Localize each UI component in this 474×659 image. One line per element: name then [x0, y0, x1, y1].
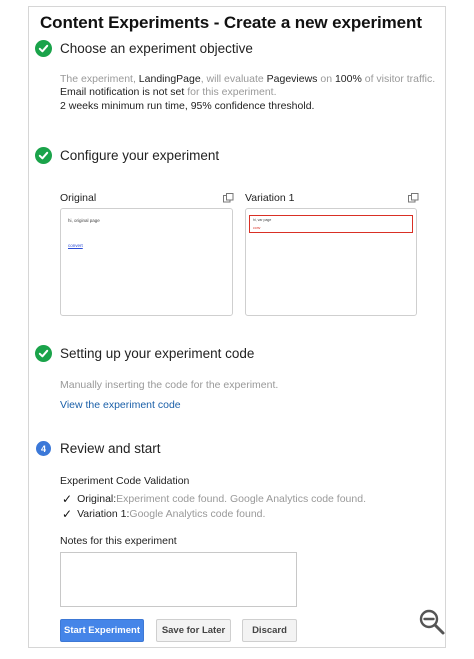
validation-heading: Experiment Code Validation: [60, 475, 190, 487]
original-thumbnail[interactable]: hi, original page convert: [60, 208, 233, 316]
summary-metric: Pageviews: [266, 73, 318, 85]
experiment-summary: The experiment, LandingPage, will evalua…: [60, 73, 435, 113]
validation-status: Experiment code found. Google Analytics …: [116, 493, 366, 505]
step-label: Configure your experiment: [60, 148, 220, 163]
experiment-panel: Content Experiments - Create a new exper…: [28, 6, 446, 648]
step-number-badge: 4: [36, 441, 51, 456]
step-label: Setting up your experiment code: [60, 346, 255, 361]
page-title: Content Experiments - Create a new exper…: [40, 13, 422, 32]
step-review: 4 Review and start: [35, 441, 161, 456]
copy-icon[interactable]: [223, 193, 234, 203]
variation-1-thumbnail[interactable]: hi, var page conv: [245, 208, 417, 316]
summary-text: The experiment,: [60, 73, 139, 85]
check-circle-icon: [35, 40, 52, 57]
zoom-out-icon[interactable]: [418, 608, 446, 636]
thumbnail-link: convert: [68, 243, 83, 248]
thumbnail-link: conv: [253, 226, 261, 230]
original-label: Original: [60, 192, 97, 204]
summary-page: LandingPage: [138, 73, 201, 85]
notes-textarea[interactable]: [60, 552, 297, 607]
save-for-later-button[interactable]: Save for Later: [156, 619, 231, 642]
checkmark-icon: ✓: [62, 492, 73, 506]
validation-status: Google Analytics code found.: [129, 508, 266, 520]
check-circle-icon: [35, 345, 52, 362]
validation-row-variation-1: ✓ Variation 1: Google Analytics code fou…: [62, 507, 265, 521]
step-objective: Choose an experiment objective: [35, 40, 253, 57]
discard-button[interactable]: Discard: [242, 619, 297, 642]
step-configure: Configure your experiment: [35, 147, 219, 164]
summary-text: on: [317, 73, 335, 85]
summary-text: of visitor traffic.: [361, 73, 436, 85]
summary-percent: 100%: [334, 73, 362, 85]
checkmark-icon: ✓: [62, 507, 73, 521]
step-label: Review and start: [60, 441, 161, 456]
code-description: Manually inserting the code for the expe…: [60, 379, 279, 391]
copy-icon[interactable]: [408, 193, 419, 203]
summary-text: , will evaluate: [200, 73, 267, 85]
validation-label: Variation 1:: [77, 508, 130, 520]
variation-1-label: Variation 1: [245, 192, 295, 204]
summary-text: for this experiment.: [184, 86, 277, 99]
email-status: Email notification is not set: [60, 86, 185, 99]
validation-label: Original:: [77, 493, 117, 505]
start-experiment-button[interactable]: Start Experiment: [60, 619, 144, 642]
thumbnail-text: hi, original page: [68, 218, 100, 223]
variation-highlight: [249, 215, 413, 233]
step-label: Choose an experiment objective: [60, 41, 253, 56]
validation-row-original: ✓ Original: Experiment code found. Googl…: [62, 492, 366, 506]
view-code-link[interactable]: View the experiment code: [60, 399, 181, 411]
check-circle-icon: [35, 147, 52, 164]
notes-label: Notes for this experiment: [60, 535, 177, 547]
run-time-summary: 2 weeks minimum run time, 95% confidence…: [60, 99, 315, 112]
thumbnail-text: hi, var page: [253, 218, 272, 222]
step-code: Setting up your experiment code: [35, 345, 254, 362]
